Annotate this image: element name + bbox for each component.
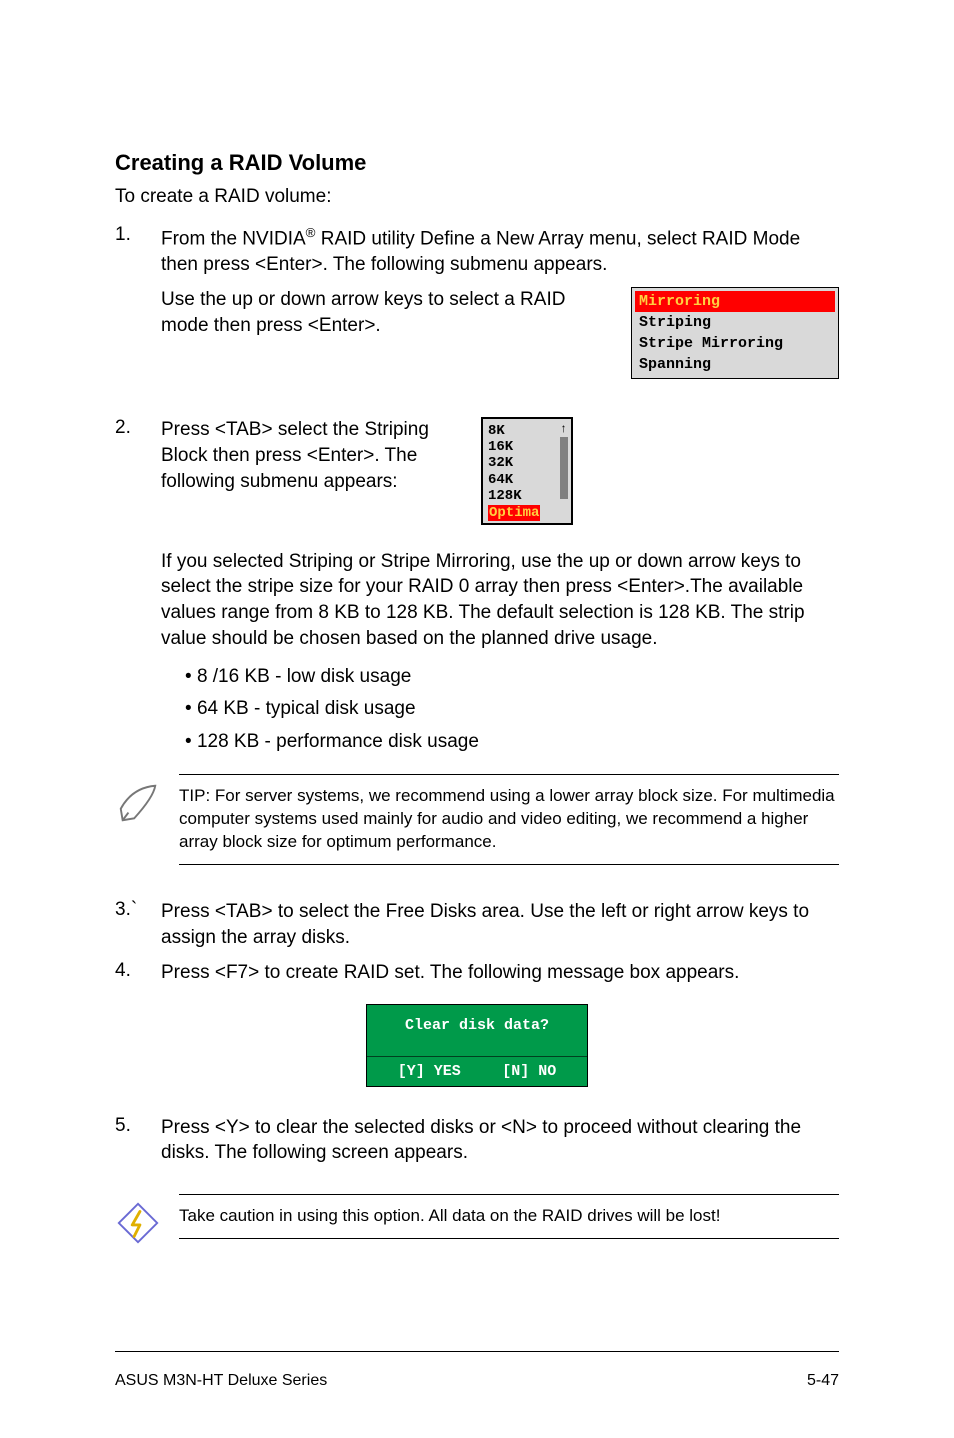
- step-number: 3.`: [115, 899, 161, 950]
- raid-mode-option: Spanning: [635, 354, 835, 375]
- arrow-up-icon: ↑: [560, 421, 567, 437]
- stripe-option-selected: Optima: [488, 505, 540, 521]
- step-number: 4.: [115, 960, 161, 986]
- caution-text: Take caution in using this option. All d…: [179, 1194, 839, 1239]
- section-heading: Creating a RAID Volume: [115, 150, 839, 176]
- stripe-option: 128K: [488, 488, 568, 504]
- raid-mode-selected: Mirroring: [635, 291, 835, 312]
- step3-text: Press <TAB> to select the Free Disks are…: [161, 899, 839, 950]
- tip-pencil-icon: [115, 780, 161, 831]
- footer-left: ASUS M3N-HT Deluxe Series: [115, 1372, 327, 1390]
- raid-mode-option: Stripe Mirroring: [635, 333, 835, 354]
- intro-text: To create a RAID volume:: [115, 184, 839, 210]
- step-5: 5. Press <Y> to clear the selected disks…: [115, 1115, 839, 1166]
- step1-text-a: From the NVIDIA: [161, 228, 306, 249]
- bullet-item: 64 KB - typical disk usage: [185, 693, 839, 725]
- footer-right: 5-47: [807, 1372, 839, 1390]
- stripe-option: 64K: [488, 472, 568, 488]
- step-number: 5.: [115, 1115, 161, 1166]
- step1-para2: Use the up or down arrow keys to select …: [161, 287, 611, 338]
- bullet-item: 8 /16 KB - low disk usage: [185, 661, 839, 693]
- raid-mode-menu: Mirroring Striping Stripe Mirroring Span…: [631, 287, 839, 379]
- dialog-message: Clear disk data?: [367, 1005, 587, 1056]
- step-number: 2.: [115, 417, 161, 651]
- step-4: 4. Press <F7> to create RAID set. The fo…: [115, 960, 839, 986]
- step2-para2: If you selected Striping or Stripe Mirro…: [161, 549, 839, 652]
- raid-mode-option: Striping: [635, 312, 835, 333]
- registered-mark: ®: [306, 225, 316, 240]
- caution-note: Take caution in using this option. All d…: [115, 1194, 839, 1251]
- stripe-option: 32K: [488, 455, 568, 471]
- stripe-size-menu: ↑ 8K 16K 32K 64K 128K Optima: [481, 417, 573, 524]
- dialog-yes-button[interactable]: [Y] YES: [398, 1063, 461, 1080]
- scrollbar-icon: [560, 437, 568, 499]
- caution-lightning-icon: [115, 1200, 161, 1251]
- page-footer: ASUS M3N-HT Deluxe Series 5-47: [0, 1352, 954, 1430]
- bullet-list: 8 /16 KB - low disk usage 64 KB - typica…: [185, 661, 839, 758]
- step2-para1: Press <TAB> select the Striping Block th…: [161, 417, 461, 494]
- tip-note: TIP: For server systems, we recommend us…: [115, 774, 839, 865]
- stripe-option: 16K: [488, 439, 568, 455]
- step4-text: Press <F7> to create RAID set. The follo…: [161, 960, 839, 986]
- step-2: 2. Press <TAB> select the Striping Block…: [115, 417, 839, 651]
- step5-text: Press <Y> to clear the selected disks or…: [161, 1115, 839, 1166]
- tip-text: TIP: For server systems, we recommend us…: [179, 774, 839, 865]
- step1-para1: From the NVIDIA® RAID utility Define a N…: [161, 224, 839, 278]
- step-3: 3.` Press <TAB> to select the Free Disks…: [115, 899, 839, 950]
- dialog-no-button[interactable]: [N] NO: [502, 1063, 556, 1080]
- bullet-item: 128 KB - performance disk usage: [185, 726, 839, 758]
- stripe-option: 8K: [488, 423, 568, 439]
- clear-disk-dialog: Clear disk data? [Y] YES [N] NO: [366, 1004, 588, 1087]
- step-number: 1.: [115, 224, 161, 380]
- step-1: 1. From the NVIDIA® RAID utility Define …: [115, 224, 839, 380]
